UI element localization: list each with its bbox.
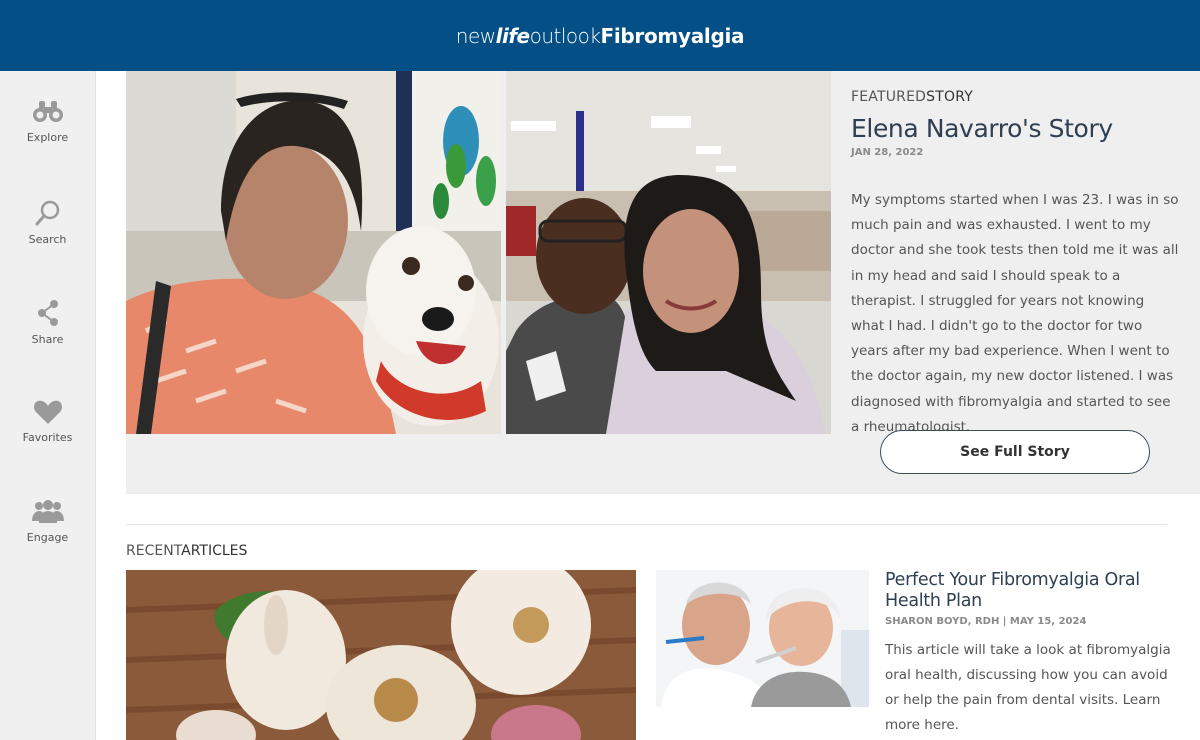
sidebar-item-explore[interactable]: Explore <box>0 99 95 144</box>
featured-kicker-bold: STORY <box>926 89 973 105</box>
featured-kicker: FEATUREDSTORY <box>851 89 973 105</box>
sidebar-item-label: Search <box>28 233 67 246</box>
sidebar-item-label: Engage <box>26 531 69 544</box>
logo-text-new: new <box>455 23 496 48</box>
recent-heading-bold: ARTICLES <box>181 543 248 559</box>
site-header: new life outlook Fibromyalgia <box>0 0 1200 71</box>
sidebar-item-favorites[interactable]: Favorites <box>0 399 95 444</box>
recent-articles-heading: RECENTARTICLES <box>126 543 247 559</box>
featured-photo-couple[interactable] <box>506 71 831 434</box>
recent-heading-light: RECENT <box>126 543 182 559</box>
section-divider <box>126 524 1167 525</box>
article-title[interactable]: Perfect Your Fibromyalgia Oral Health Pl… <box>885 570 1175 612</box>
featured-date: JAN 28, 2022 <box>851 147 924 158</box>
logo-text-outlook: outlook <box>529 23 601 48</box>
featured-title[interactable]: Elena Navarro's Story <box>851 114 1113 143</box>
group-icon <box>31 500 64 523</box>
logo-text-condition: Fibromyalgia <box>600 23 745 48</box>
featured-kicker-light: FEATURED <box>851 89 927 105</box>
featured-photo-woman-dog[interactable] <box>126 71 501 434</box>
site-logo[interactable]: new life outlook Fibromyalgia <box>455 23 745 48</box>
sidebar-item-label: Explore <box>26 131 69 144</box>
article-excerpt: This article will take a look at fibromy… <box>885 642 1171 733</box>
binoculars-icon <box>32 101 63 122</box>
article-image-dental[interactable] <box>656 570 869 707</box>
heart-icon <box>33 400 62 424</box>
sidebar-item-label: Share <box>31 333 64 346</box>
sidebar-item-search[interactable]: Search <box>0 199 95 246</box>
sidebar-item-engage[interactable]: Engage <box>0 499 95 544</box>
share-icon <box>37 300 58 326</box>
article-meta: SHARON BOYD, RDH | MAY 15, 2024 <box>885 616 1087 627</box>
sidebar-item-share[interactable]: Share <box>0 299 95 346</box>
sidebar-item-label: Favorites <box>22 431 73 444</box>
search-icon <box>35 200 59 226</box>
see-full-story-button[interactable]: See Full Story <box>880 430 1150 474</box>
featured-excerpt: My symptoms started when I was 23. I was… <box>851 192 1179 435</box>
sidebar-nav: Explore Search Share Favorites Engage <box>0 71 96 740</box>
article-image-garlic[interactable] <box>126 570 636 740</box>
logo-text-life: life <box>495 23 530 48</box>
